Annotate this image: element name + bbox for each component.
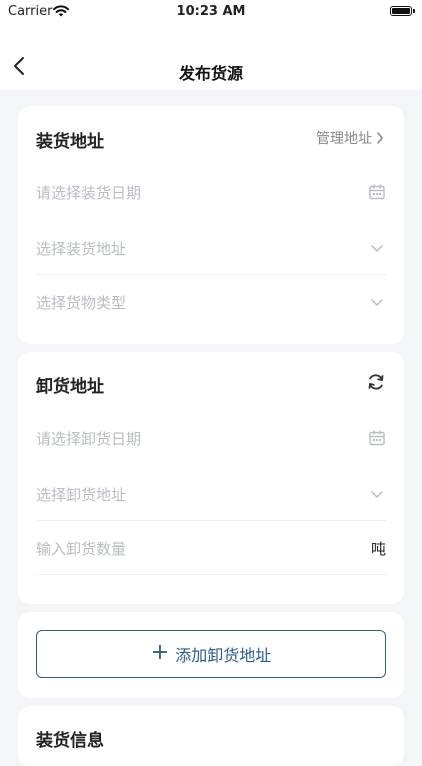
manage-address-label: 管理地址: [316, 131, 372, 147]
calendar-icon: [369, 184, 385, 200]
loading-date-placeholder: 请选择装货日期: [36, 183, 142, 202]
status-bar: Carrier 10:23 AM: [0, 0, 422, 24]
unloading-address-title: 卸货地址: [36, 377, 104, 397]
cargo-type-placeholder: 选择货物类型: [36, 293, 127, 312]
refresh-icon[interactable]: [366, 372, 386, 392]
calendar-icon: [369, 430, 385, 446]
unloading-quantity-placeholder: 输入卸货数量: [36, 539, 127, 558]
unloading-address-select[interactable]: 选择卸货地址: [36, 468, 386, 521]
chevron-right-icon: [377, 132, 383, 144]
cargo-type-select[interactable]: 选择货物类型: [36, 276, 386, 328]
battery-icon: [390, 6, 415, 16]
page-title: 发布货源: [178, 64, 243, 83]
plus-icon: +: [150, 640, 170, 665]
unloading-address-placeholder: 选择卸货地址: [36, 485, 127, 504]
loading-address-title: 装货地址: [36, 132, 104, 152]
add-unload-address-button[interactable]: + 添加卸货地址: [36, 630, 386, 678]
loading-address-card: 装货地址 管理地址 请选择装货日期 选择装货地址 选择货物类型: [18, 106, 404, 344]
cargo-info-title: 装货信息: [36, 731, 104, 751]
chevron-down-icon: [371, 491, 383, 498]
chevron-down-icon: [371, 245, 383, 252]
navigation-bar: 发布货源: [0, 24, 422, 90]
chevron-down-icon: [371, 299, 383, 306]
status-time: 10:23 AM: [176, 4, 246, 19]
unloading-quantity-input[interactable]: 输入卸货数量 吨: [36, 522, 386, 575]
unloading-date-picker[interactable]: 请选择卸货日期: [36, 412, 386, 464]
loading-address-placeholder: 选择装货地址: [36, 239, 127, 258]
add-unload-card: + 添加卸货地址: [18, 612, 404, 698]
manage-address-link[interactable]: 管理地址: [316, 128, 384, 148]
cargo-info-card: 装货信息: [18, 706, 404, 766]
loading-date-picker[interactable]: 请选择装货日期: [36, 166, 386, 218]
unloading-address-card: 卸货地址 请选择卸货日期 选择卸货地址 输入卸货数量 吨: [18, 352, 404, 604]
unloading-date-placeholder: 请选择卸货日期: [36, 429, 142, 448]
quantity-unit-label: 吨: [370, 539, 386, 558]
loading-address-select[interactable]: 选择装货地址: [36, 222, 386, 275]
add-unload-address-label: 添加卸货地址: [175, 646, 272, 665]
